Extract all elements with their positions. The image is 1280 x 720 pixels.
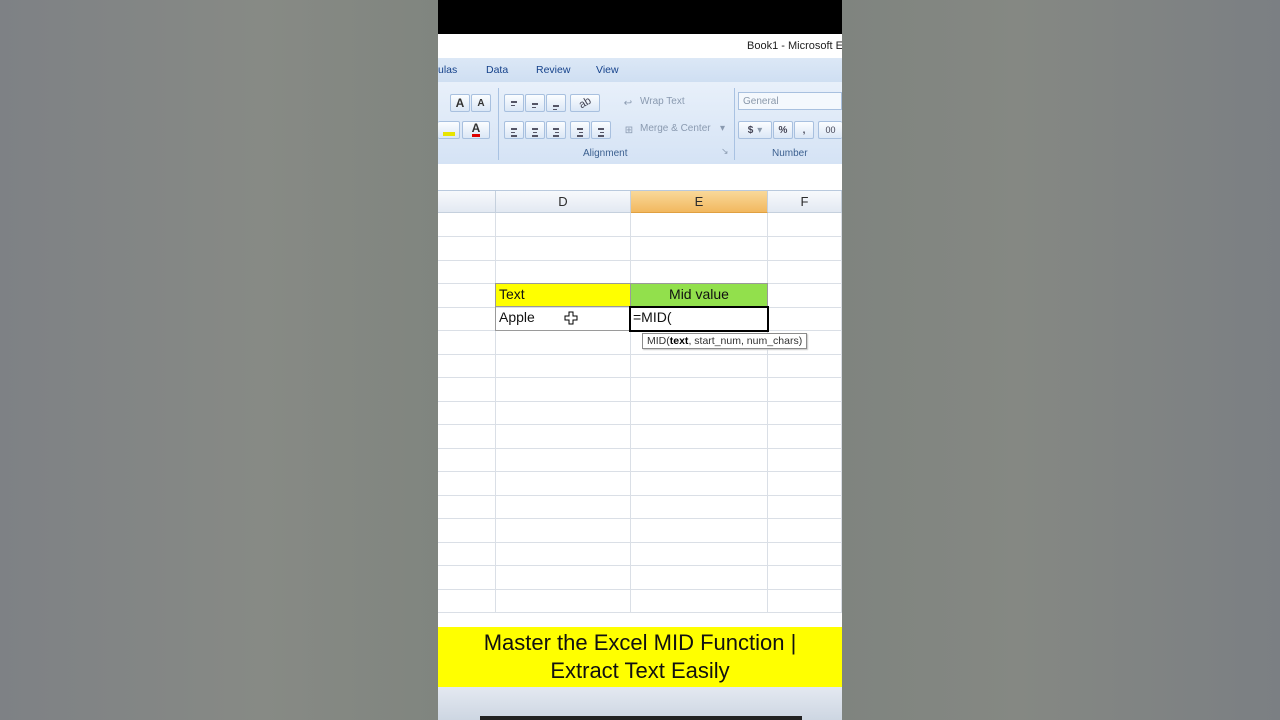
column-header-c[interactable] — [438, 191, 496, 213]
status-bar — [438, 687, 842, 720]
align-right-icon[interactable] — [546, 121, 566, 139]
left-blurred-background — [0, 0, 438, 720]
ribbon-separator — [734, 88, 735, 160]
top-black-bar — [438, 0, 842, 34]
orientation-icon[interactable]: ab — [570, 94, 600, 112]
caption-line-1: Master the Excel MID Function | — [483, 630, 797, 655]
ribbon-tabs: ulas Data Review View — [438, 58, 842, 82]
function-tooltip[interactable]: MID(text, start_num, num_chars) — [642, 333, 808, 349]
cell-d-apple[interactable]: Apple — [495, 307, 631, 331]
align-bottom-icon[interactable] — [546, 94, 566, 112]
increase-decimal-button[interactable]: 00 — [818, 121, 842, 139]
decrease-indent-icon[interactable] — [570, 121, 590, 139]
active-cell-e-formula[interactable]: =MID( — [629, 306, 769, 332]
tab-review[interactable]: Review — [536, 64, 570, 76]
right-blurred-background — [842, 0, 1280, 720]
increase-indent-icon[interactable] — [591, 121, 611, 139]
bottom-scrollbar[interactable] — [480, 716, 802, 720]
window-title: Book1 - Microsoft E — [747, 40, 842, 52]
tab-formulas[interactable]: ulas — [438, 64, 457, 76]
cell-e-header[interactable]: Mid value — [630, 283, 768, 307]
currency-button[interactable]: $ ▾ — [738, 121, 772, 139]
shrink-font-button[interactable]: A — [471, 94, 491, 112]
cell-d-header[interactable]: Text — [495, 283, 631, 307]
align-center-icon[interactable] — [525, 121, 545, 139]
merge-center-button[interactable]: Merge & Center — [640, 123, 711, 134]
font-color-icon[interactable]: A — [462, 121, 490, 139]
comma-button[interactable]: , — [794, 121, 814, 139]
cell-cursor-icon — [564, 311, 578, 325]
number-format-select[interactable]: General — [738, 92, 842, 110]
tab-view[interactable]: View — [596, 64, 619, 76]
ribbon-separator — [498, 88, 499, 160]
column-header-d[interactable]: D — [496, 191, 631, 213]
number-group-label: Number — [772, 148, 808, 159]
column-header-f[interactable]: F — [768, 191, 842, 213]
caption-line-2: Extract Text Easily — [550, 658, 730, 683]
alignment-group-label: Alignment — [583, 148, 628, 159]
merge-center-icon: ⊞ — [624, 124, 634, 136]
video-frame: Book1 - Microsoft E ulas Data Review Vie… — [438, 0, 842, 720]
fill-color-icon[interactable] — [438, 121, 460, 139]
title-bar: Book1 - Microsoft E — [438, 34, 842, 58]
align-top-icon[interactable] — [504, 94, 524, 112]
merge-dropdown-arrow[interactable]: ▾ — [720, 123, 725, 134]
tab-data[interactable]: Data — [486, 64, 508, 76]
percent-button[interactable]: % — [773, 121, 793, 139]
column-header-e[interactable]: E — [631, 191, 768, 213]
spreadsheet-grid[interactable] — [438, 213, 842, 613]
wrap-text-icon: ↩ — [623, 97, 633, 109]
align-left-icon[interactable] — [504, 121, 524, 139]
ribbon: A A A ab ↩ Wrap Text ⊞ Merge & Center ▾ … — [438, 82, 842, 165]
formula-bar-area — [438, 164, 842, 191]
video-caption: Master the Excel MID Function | Extract … — [438, 627, 842, 687]
wrap-text-button[interactable]: Wrap Text — [640, 96, 685, 107]
grow-font-button[interactable]: A — [450, 94, 470, 112]
alignment-launcher-icon[interactable]: ↘ — [721, 146, 729, 157]
align-middle-icon[interactable] — [525, 94, 545, 112]
